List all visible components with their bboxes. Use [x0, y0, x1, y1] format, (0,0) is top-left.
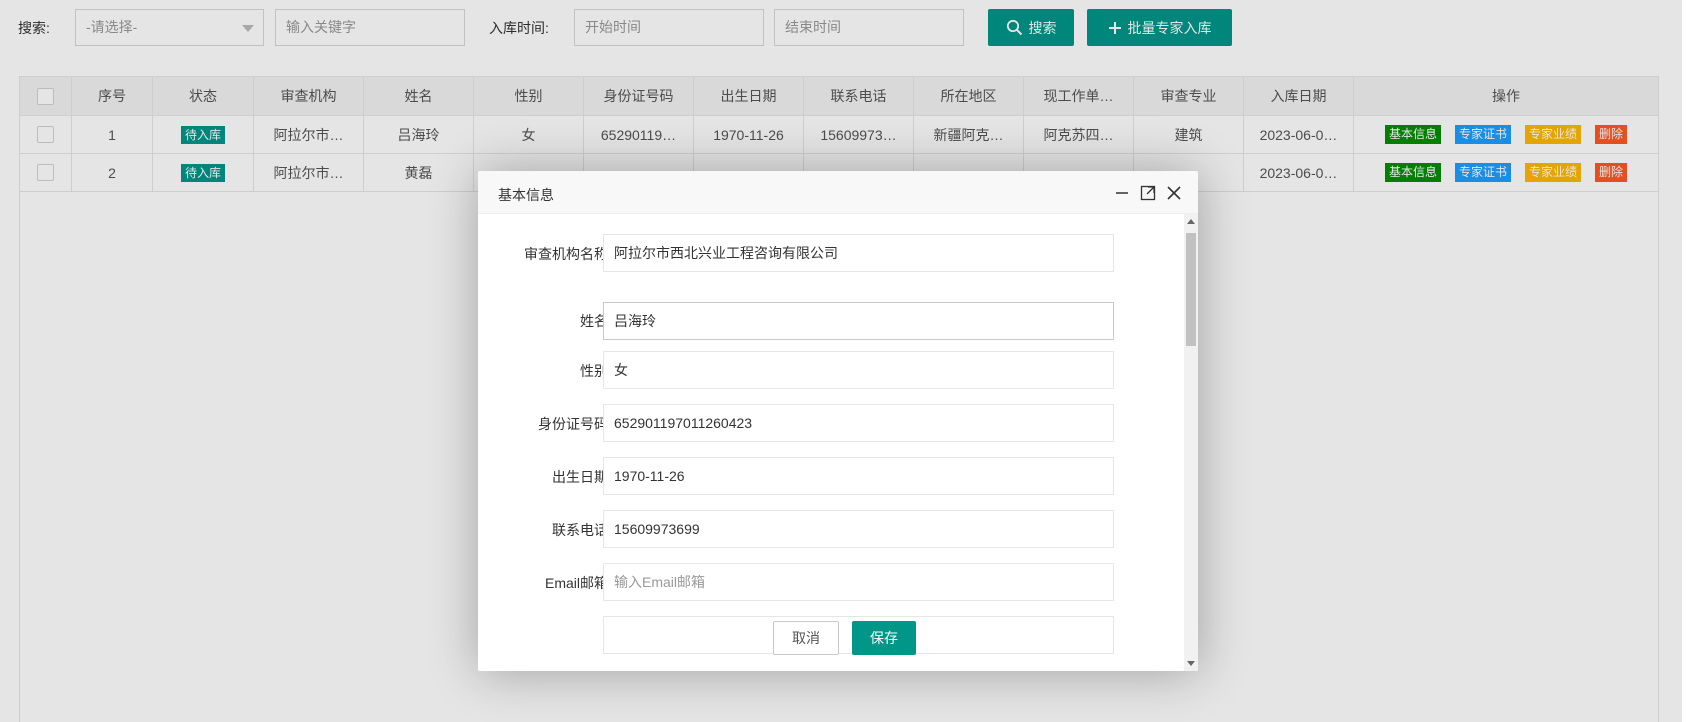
- basic-info-modal: 基本信息 审查机构名称 阿拉尔市西北兴业工程咨询有限公司 姓名 吕海玲 性别 女…: [478, 171, 1198, 671]
- maximize-icon[interactable]: [1138, 183, 1158, 203]
- field-label-email: Email邮箱: [544, 575, 608, 591]
- field-label-gender: 性别: [580, 363, 608, 379]
- modal-header: 基本信息: [478, 171, 1198, 214]
- save-button[interactable]: 保存: [852, 621, 916, 655]
- id-number-field[interactable]: 652901197011260423: [603, 404, 1114, 442]
- field-label-phone: 联系电话: [552, 522, 608, 538]
- gender-field[interactable]: 女: [603, 351, 1114, 389]
- close-icon[interactable]: [1164, 183, 1184, 203]
- minimize-icon[interactable]: [1112, 183, 1132, 203]
- org-name-field[interactable]: 阿拉尔市西北兴业工程咨询有限公司: [603, 234, 1114, 272]
- phone-field[interactable]: 15609973699: [603, 510, 1114, 548]
- modal-title: 基本信息: [498, 187, 554, 203]
- modal-body: 审查机构名称 阿拉尔市西北兴业工程咨询有限公司 姓名 吕海玲 性别 女 身份证号…: [478, 214, 1198, 671]
- scrollbar-thumb[interactable]: [1186, 233, 1196, 346]
- field-label-org: 审查机构名称: [524, 246, 608, 262]
- field-label-birth: 出生日期: [552, 469, 608, 485]
- scroll-down-icon[interactable]: [1187, 661, 1195, 666]
- modal-scrollbar[interactable]: [1184, 214, 1198, 671]
- page-edge: [1682, 0, 1688, 722]
- field-label-id: 身份证号码: [538, 416, 608, 432]
- field-label-name: 姓名: [580, 313, 608, 329]
- name-field[interactable]: 吕海玲: [603, 302, 1114, 340]
- birth-date-field[interactable]: 1970-11-26: [603, 457, 1114, 495]
- email-field[interactable]: 输入Email邮箱: [603, 563, 1114, 601]
- cancel-button[interactable]: 取消: [773, 621, 839, 655]
- scroll-up-icon[interactable]: [1187, 219, 1195, 224]
